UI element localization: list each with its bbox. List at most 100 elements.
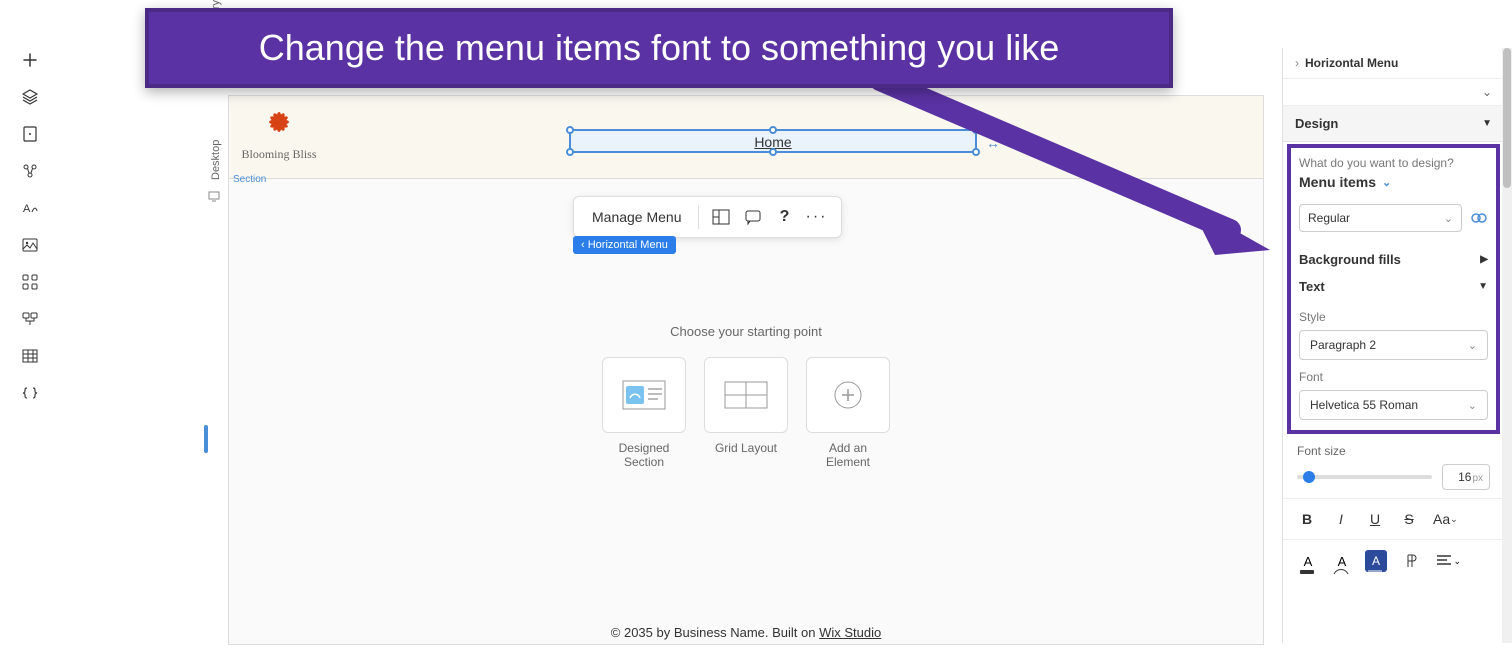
chevron-down-icon: ⌄ [1382,176,1391,189]
triangle-right-icon: ▶ [1480,254,1488,265]
footer-link[interactable]: Wix Studio [819,625,881,640]
menu-items-selector[interactable]: Menu items ⌄ [1299,174,1488,190]
resize-handle[interactable] [769,148,777,156]
page-icon[interactable] [20,124,40,144]
svg-text:A: A [23,203,31,215]
card-label: Add an Element [806,441,890,469]
tutorial-banner: Change the menu items font to something … [145,8,1173,88]
divider [698,205,699,229]
slider-thumb[interactable] [1303,471,1315,483]
table-icon[interactable] [20,346,40,366]
chevron-down-icon: ⌄ [1482,85,1492,99]
element-toolbar: Manage Menu ? ··· [573,196,842,238]
comment-icon[interactable] [739,203,767,231]
design-question: What do you want to design? [1299,156,1488,170]
style-label: Style [1299,310,1488,324]
chevron-right-icon: › [1295,56,1299,70]
card-designed-section[interactable]: Designed Section [602,357,686,469]
chevron-down-icon: ⌄ [1444,212,1453,225]
text-color-row: A A A ⌄ [1283,539,1504,582]
breadcrumb-item: Horizontal Menu [1305,56,1398,70]
text-theme-icon[interactable]: A [20,198,40,218]
bold-button[interactable]: B [1297,509,1317,529]
menu-items-label: Menu items [1299,174,1376,190]
text-outline-button[interactable]: A [1331,550,1353,572]
panel-scrollbar[interactable] [1502,48,1512,643]
site-header: Blooming Bliss Section Home ↔ [229,96,1263,179]
design-label: Design [1295,116,1338,131]
logo-icon [263,106,295,138]
element-tag[interactable]: ‹ Horizontal Menu [573,236,676,254]
code-icon[interactable] [20,383,40,403]
resize-handle[interactable] [566,148,574,156]
text-label: Text [1299,279,1325,294]
underline-button[interactable]: U [1365,509,1385,529]
font-size-label: Font size [1297,444,1490,458]
apps-icon[interactable] [20,272,40,292]
layout-icon[interactable] [707,203,735,231]
help-icon[interactable]: ? [771,203,799,231]
text-case-button[interactable]: Aa⌄ [1433,509,1458,529]
highlighted-design-area: What do you want to design? Menu items ⌄… [1287,144,1500,434]
text-highlight-button[interactable]: A [1365,550,1387,572]
canvas-ruler-indicator [204,425,208,453]
brand-name: Blooming Bliss [234,147,324,162]
triangle-down-icon: ▼ [1482,118,1492,129]
card-add-element[interactable]: Add an Element [806,357,890,469]
triangle-down-icon: ▼ [1478,281,1488,292]
starting-point-label: Choose your starting point [229,324,1263,339]
card-grid-layout[interactable]: Grid Layout [704,357,788,469]
footer-text: © 2035 by Business Name. Built on [611,625,819,640]
style-dropdown[interactable]: Paragraph 2 ⌄ [1299,330,1488,360]
bg-fills-label: Background fills [1299,252,1401,267]
site-footer: © 2035 by Business Name. Built on Wix St… [611,625,881,640]
section-label: Section [233,174,266,185]
resize-handle[interactable] [769,126,777,134]
font-size-section: Font size 16px [1283,436,1504,498]
more-icon[interactable]: ··· [803,203,831,231]
font-label: Font [1299,370,1488,384]
resize-handle[interactable] [566,126,574,134]
left-toolbar: A [7,50,53,403]
chevron-down-icon: ⌄ [1468,339,1477,352]
layers-icon[interactable] [20,87,40,107]
font-dropdown[interactable]: Helvetica 55 Roman ⌄ [1299,390,1488,420]
state-dropdown[interactable]: Regular ⌄ [1299,204,1462,232]
breadcrumb[interactable]: › Horizontal Menu [1283,48,1504,79]
starting-cards: Designed Section Grid Layout Add an Elem… [229,357,1263,469]
design-section-header[interactable]: Design ▼ [1283,106,1504,142]
site-logo-area: Blooming Bliss [234,106,324,162]
style-value: Paragraph 2 [1310,338,1376,352]
card-label: Designed Section [602,441,686,469]
responsive-dropdown[interactable]: ⌄ [1283,79,1504,106]
strikethrough-button[interactable]: S [1399,509,1419,529]
tutorial-text: Change the menu items font to something … [259,27,1059,69]
chevron-down-icon: ⌄ [1468,399,1477,412]
scrollbar-thumb[interactable] [1503,48,1511,188]
connections-icon[interactable] [20,161,40,181]
apply-states-icon[interactable] [1470,209,1488,227]
card-label: Grid Layout [704,441,788,455]
text-format-row: B I U S Aa⌄ [1283,498,1504,539]
selected-menu-element[interactable]: Home ↔ [569,129,977,153]
text-color-button[interactable]: A [1297,550,1319,572]
text-align-button[interactable]: ⌄ [1433,550,1455,572]
editor-canvas: Blooming Bliss Section Home ↔ Manage Men… [228,95,1264,645]
italic-button[interactable]: I [1331,509,1351,529]
add-icon[interactable] [20,50,40,70]
stretch-icon[interactable]: ↔ [986,135,1000,151]
font-value: Helvetica 55 Roman [1310,398,1418,412]
resize-handle[interactable] [972,126,980,134]
desktop-icon [208,190,220,202]
cms-icon[interactable] [20,309,40,329]
resize-handle[interactable] [972,148,980,156]
text-section-header[interactable]: Text ▼ [1299,273,1488,300]
background-fills-section[interactable]: Background fills ▶ [1299,246,1488,273]
text-direction-button[interactable] [1399,550,1421,572]
font-size-slider[interactable] [1297,475,1432,479]
font-size-input[interactable]: 16px [1442,464,1490,490]
manage-menu-button[interactable]: Manage Menu [584,205,690,229]
inspector-panel: › Horizontal Menu ⌄ Design ▼ What do you… [1282,48,1504,643]
viewport-label-2: Desktop [210,140,222,180]
media-icon[interactable] [20,235,40,255]
